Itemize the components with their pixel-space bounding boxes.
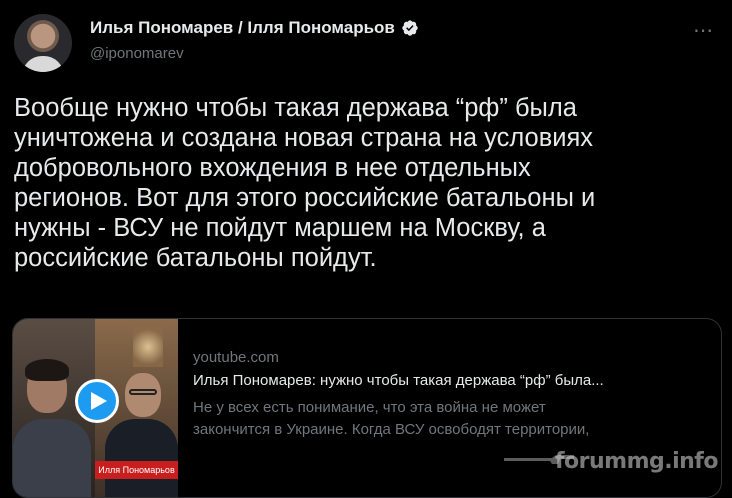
thumbnail-person-left [13, 419, 91, 497]
watermark: forummg.info [554, 449, 719, 474]
more-options-icon[interactable]: ⋯ [693, 18, 714, 43]
tweet-text: Вообще нужно чтобы такая держава “рф” бы… [14, 93, 714, 273]
author-display-name[interactable]: Илья Пономарев / Ілля Пономарьов [90, 18, 395, 38]
tweet-line: добровольного вхождения в нее отдельных [14, 154, 531, 182]
avatar[interactable] [14, 14, 72, 72]
thumbnail-glasses [129, 389, 157, 395]
thumbnail-caption: Илля Пономарьов [95, 461, 178, 479]
thumbnail-person-right-head [125, 373, 161, 417]
avatar-shirt [22, 56, 64, 72]
tweet-line: нужны - ВСУ не пойдут маршем на Москву, … [14, 214, 546, 242]
card-title: Илья Пономарев: нужно чтобы такая держав… [193, 372, 604, 389]
author-handle[interactable]: @iponomarev [90, 45, 184, 62]
author-name-row: Илья Пономарев / Ілля Пономарьов [90, 18, 419, 38]
thumbnail-lamp [133, 327, 163, 367]
play-icon[interactable] [75, 379, 119, 423]
card-description-line: закончится в Украине. Когда ВСУ освободя… [193, 421, 590, 438]
card-body[interactable]: youtube.com Илья Пономарев: нужно чтобы … [193, 349, 713, 441]
thumbnail-person-left-hair [25, 359, 69, 381]
verified-badge-icon [402, 20, 418, 36]
video-thumbnail[interactable]: Илля Пономарьов [13, 319, 178, 497]
tweet-line: уничтожена и создана новая страна на усл… [14, 124, 594, 152]
card-description-line: Не у всех есть понимание, что эта война … [193, 399, 546, 416]
tweet-line: российские батальоны пойдут. [14, 244, 377, 272]
card-domain: youtube.com [193, 349, 279, 366]
tweet-line: Вообще нужно чтобы такая держава “рф” бы… [14, 94, 577, 122]
tweet-line: регионов. Вот для этого российские батал… [14, 184, 596, 212]
thumbnail-person-right [105, 419, 178, 497]
